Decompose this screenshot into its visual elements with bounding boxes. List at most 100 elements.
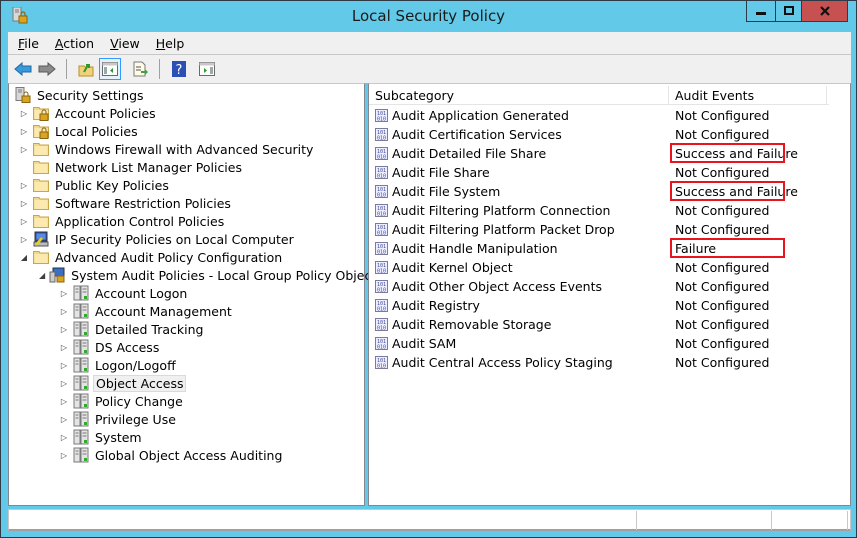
audit-category-icon [73,447,89,463]
maximize-button[interactable] [775,1,801,21]
expand-arrow-icon[interactable]: ▷ [19,144,29,154]
window-title: Local Security Policy [351,7,506,25]
expand-arrow-icon[interactable]: ▷ [19,216,29,226]
subcategory-cell: 101 010 Audit Registry [369,298,669,313]
tree-item-label: Privilege Use [95,411,176,427]
tree-item-local-policies[interactable]: ▷ Local Policies [9,122,364,140]
highlight-annotation-box [670,181,785,201]
tree-item-label: Security Settings [37,87,144,103]
folder-icon [33,195,49,211]
tree-item-system-audit-policies-local-group-policy-object[interactable]: ◢ System Audit Policies - Local Group Pol… [9,266,376,284]
subcategory-cell: 101 010 Audit Kernel Object [369,260,669,275]
up-one-level-button[interactable] [75,58,97,80]
svg-text:010: 010 [377,212,386,218]
tree-item-global-object-access-auditing[interactable]: ▷ Global Object Access Auditing [9,446,364,464]
menu-action[interactable]: Action [55,36,94,51]
tree-item-ip-security-policies-on-local-computer[interactable]: ▷ IP Security Policies on Local Computer [9,230,364,248]
tree-item-label: Global Object Access Auditing [95,447,283,463]
expand-arrow-icon[interactable]: ▷ [59,288,69,298]
tree-item-software-restriction-policies[interactable]: ▷ Software Restriction Policies [9,194,364,212]
tree-item-label: Advanced Audit Policy Configuration [55,249,283,265]
collapse-arrow-icon[interactable]: ◢ [39,270,45,280]
tree-item-policy-change[interactable]: ▷ Policy Change [9,392,364,410]
locked-folder-icon [33,105,49,121]
list-row[interactable]: 101 010 Audit Detailed File Share Success a… [369,143,850,163]
tree-item-ds-access[interactable]: ▷ DS Access [9,338,364,356]
close-button[interactable] [801,1,847,21]
tree-item-account-logon[interactable]: ▷ Account Logon [9,284,364,302]
list-row[interactable]: 101 010 Audit Handle Manipulation Failure [369,238,850,258]
tree-item-object-access[interactable]: ▷ Object Access [9,374,364,392]
expand-arrow-icon[interactable]: ▷ [59,450,69,460]
list-row[interactable]: 101 010 Audit File Share Not Configured [369,163,850,182]
expand-arrow-icon[interactable]: ▷ [19,180,29,190]
expand-arrow-icon[interactable]: ▷ [59,414,69,424]
tree-item-application-control-policies[interactable]: ▷ Application Control Policies [9,212,364,230]
list-row[interactable]: 101 010 Audit SAM Not Configured [369,334,850,353]
show-hide-console-tree-button[interactable] [99,58,121,80]
audit-events-cell: Success and Failure [669,143,827,163]
menu-help[interactable]: Help [156,36,185,51]
help-icon: ? [172,61,186,77]
expand-arrow-icon[interactable]: ▷ [19,126,29,136]
tree-item-system[interactable]: ▷ System [9,428,364,446]
list-row[interactable]: 101 010 Audit Application Generated Not Con… [369,106,850,125]
action-pane-icon [199,62,215,76]
expand-arrow-icon[interactable]: ▷ [59,360,69,370]
list-row[interactable]: 101 010 Audit Kernel Object Not Configured [369,258,850,277]
tree-item-advanced-audit-policy-configuration[interactable]: ◢ Advanced Audit Policy Configuration [9,248,364,266]
expand-arrow-icon[interactable]: ▷ [19,198,29,208]
expand-arrow-icon[interactable]: ▷ [59,324,69,334]
list-row[interactable]: 101 010 Audit File System Success and Failu… [369,181,850,201]
group-policy-icon [49,267,65,283]
expand-arrow-icon[interactable]: ▷ [59,306,69,316]
forward-button[interactable] [36,58,58,80]
list-row[interactable]: 101 010 Audit Registry Not Configured [369,296,850,315]
export-list-button[interactable] [129,58,151,80]
list-row[interactable]: 101 010 Audit Certification Services Not Co… [369,125,850,144]
menu-view[interactable]: View [110,36,140,51]
svg-text:010: 010 [377,231,386,237]
audit-events-cell: Not Configured [669,336,827,351]
tree-item-windows-firewall-with-advanced-security[interactable]: ▷ Windows Firewall with Advanced Security [9,140,364,158]
audit-events-cell: Not Configured [669,165,827,180]
subcategory-label: Audit File System [392,184,501,199]
tree-item-network-list-manager-policies[interactable]: Network List Manager Policies [9,158,364,176]
subcategory-label: Audit SAM [392,336,457,351]
highlight-annotation-box [670,238,785,258]
list-row[interactable]: 101 010 Audit Filtering Platform Packet Dr… [369,220,850,239]
column-header-subcategory[interactable]: Subcategory [369,86,669,105]
menu-file[interactable]: File [18,36,39,51]
audit-events-cell: Success and Failure [669,181,827,201]
expand-arrow-icon[interactable]: ▷ [19,108,29,118]
expand-arrow-icon[interactable]: ▷ [59,396,69,406]
subcategory-label: Audit Removable Storage [392,317,552,332]
help-button[interactable]: ? [168,58,190,80]
expand-arrow-icon[interactable]: ▷ [59,432,69,442]
list-row[interactable]: 101 010 Audit Filtering Platform Connectio… [369,201,850,220]
collapse-arrow-icon[interactable]: ◢ [19,252,29,262]
expand-arrow-icon[interactable]: ▷ [59,378,69,388]
list-row[interactable]: 101 010 Audit Removable Storage Not Configu… [369,315,850,334]
minimize-icon [756,12,766,15]
list-header: Subcategory Audit Events [369,86,829,105]
column-header-audit-events[interactable]: Audit Events [669,86,827,105]
svg-text:010: 010 [377,117,386,123]
minimize-button[interactable] [747,1,775,21]
expand-arrow-icon[interactable]: ▷ [19,234,29,244]
tree-item-detailed-tracking[interactable]: ▷ Detailed Tracking [9,320,364,338]
tree-item-account-management[interactable]: ▷ Account Management [9,302,364,320]
title-bar[interactable]: Local Security Policy [1,1,856,31]
back-button[interactable] [12,58,34,80]
tree-item-public-key-policies[interactable]: ▷ Public Key Policies [9,176,364,194]
list-row[interactable]: 101 010 Audit Other Object Access Events No… [369,277,850,296]
console-tree: Security Settings ▷ Account Policies ▷ Local… [9,86,376,464]
expand-arrow-icon[interactable]: ▷ [59,342,69,352]
list-row[interactable]: 101 010 Audit Central Access Policy Stagin… [369,353,850,372]
show-hide-action-pane-button[interactable] [196,58,218,80]
tree-item-privilege-use[interactable]: ▷ Privilege Use [9,410,364,428]
tree-item-account-policies[interactable]: ▷ Account Policies [9,104,364,122]
tree-item-label: Application Control Policies [55,213,225,229]
tree-item-logon-logoff[interactable]: ▷ Logon/Logoff [9,356,364,374]
tree-item-security-settings[interactable]: Security Settings [9,86,364,104]
